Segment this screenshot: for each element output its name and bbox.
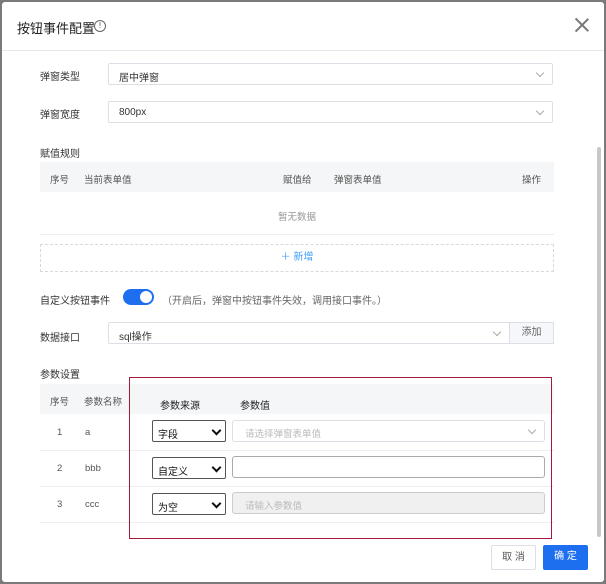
row-index: 1 [57,427,63,438]
chevron-down-icon [535,106,545,116]
add-row-button[interactable]: ＋ 新增 [40,244,554,272]
popup-type-value: 居中弹窗 [119,73,159,84]
column-header: 参数名称 [84,397,123,408]
popup-width-value: 800px [119,107,147,118]
chevron-down-icon [535,68,545,78]
confirm-button[interactable]: 确 定 [543,545,588,570]
column-header: 弹窗表单值 [334,175,382,186]
empty-table: 暂无数据 [40,194,554,235]
assign-rule-table-header: 序号 当前表单值 赋值给 弹窗表单值 操作 [40,162,554,192]
popup-width-label: 弹窗宽度 [40,110,80,121]
row-index: 2 [57,463,63,474]
dialog-title: 按钮事件配置 [17,21,96,36]
column-header: 赋值给 [283,175,312,186]
popup-type-select[interactable]: 居中弹窗 [108,63,553,85]
button-event-config-dialog: 按钮事件配置 ! 弹窗类型 居中弹窗 弹窗宽度 800px 赋值规则 序号 当前… [2,2,604,582]
data-api-select[interactable]: sql操作 [108,322,510,344]
custom-event-toggle[interactable] [123,289,154,305]
dialog-header: 按钮事件配置 ! [2,2,604,51]
chevron-down-icon [492,327,502,337]
data-api-value: sql操作 [119,332,152,343]
empty-text: 暂无数据 [278,212,317,223]
column-header: 操作 [522,175,542,186]
column-header: 当前表单值 [84,175,132,186]
custom-event-hint: （开启后，弹窗中按钮事件失效，调用接口事件。） [162,296,387,307]
column-header: 序号 [50,397,70,408]
column-header: 序号 [50,175,70,186]
data-api-label: 数据接口 [40,333,80,344]
assign-rule-label: 赋值规则 [40,149,80,160]
info-icon[interactable]: ! [94,20,106,32]
custom-event-label: 自定义按钮事件 [40,296,110,307]
highlight-annotation-box [129,377,552,539]
param-settings-label: 参数设置 [40,370,80,381]
param-name: a [85,427,91,438]
add-api-button[interactable]: 添加 [509,322,554,344]
popup-width-select[interactable]: 800px [108,101,553,123]
cancel-button[interactable]: 取 消 [491,545,536,570]
param-name: bbb [85,463,101,474]
popup-type-label: 弹窗类型 [40,72,80,83]
row-index: 3 [57,499,63,510]
dialog-scrollbar[interactable] [597,147,601,537]
close-icon[interactable] [573,16,591,34]
param-name: ccc [85,499,100,510]
